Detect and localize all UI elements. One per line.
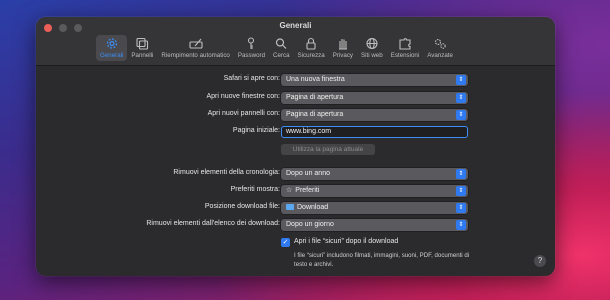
remove-downloads-popup[interactable]: Dopo un giorno ⇕: [281, 219, 468, 231]
search-icon: [276, 38, 287, 49]
tab-generali[interactable]: Generali: [96, 35, 128, 61]
tab-password[interactable]: Password: [234, 35, 269, 61]
chevron-updown-icon: ⇕: [456, 169, 466, 179]
setting-history: Rimuovi elementi della cronologia: Dopo …: [36, 168, 555, 181]
tab-cerca[interactable]: Cerca: [269, 35, 294, 61]
window-title: Generali: [279, 21, 312, 30]
tab-label: Privacy: [332, 52, 354, 59]
setting-label: Rimuovi elementi della cronologia:: [173, 169, 280, 176]
pencil-field-icon: [189, 38, 203, 49]
tab-label: Cerca: [273, 52, 290, 59]
popup-value: Dopo un giorno: [286, 221, 334, 228]
setting-safari-opens: Safari si apre con: Una nuova finestra ⇕: [36, 74, 555, 87]
safe-files-note: I file “sicuri” includono filmati, immag…: [294, 252, 470, 268]
popup-value: Download: [297, 204, 329, 211]
tab-label: Sicurezza: [297, 52, 325, 59]
tab-label: Avanzate: [427, 52, 453, 59]
chevron-updown-icon: ⇕: [456, 203, 466, 213]
folder-icon: [286, 204, 294, 210]
tab-label: Siti web: [361, 52, 383, 59]
setting-homepage: Pagina iniziale: www.bing.com: [36, 126, 555, 139]
chevron-updown-icon: ⇕: [456, 220, 466, 230]
download-location-popup[interactable]: Download ⇕: [281, 202, 468, 214]
globe-icon: [366, 37, 378, 50]
popup-value: Pagina di apertura: [286, 94, 344, 101]
favorites-popup[interactable]: ☆ Preferiti ⇕: [281, 185, 468, 197]
setting-download-location: Posizione download file: Download ⇕: [36, 202, 555, 215]
key-icon: [248, 37, 255, 49]
tab-label: Riempimento automatico: [161, 52, 230, 59]
gears-icon: [435, 38, 446, 49]
preferences-toolbar: Generali Pannelli Riempimento automatico…: [96, 35, 457, 61]
setting-label: Apri nuove finestre con:: [206, 93, 280, 100]
setting-label: Preferiti mostra:: [230, 186, 280, 193]
setting-label: Posizione download file:: [204, 203, 280, 210]
tab-siti-web[interactable]: Siti web: [357, 35, 387, 61]
popup-value: Una nuova finestra: [286, 76, 345, 83]
help-button[interactable]: ?: [534, 255, 546, 267]
homepage-input[interactable]: www.bing.com: [281, 126, 468, 138]
chevron-updown-icon: ⇕: [456, 186, 466, 196]
tab-label: Estensioni: [390, 52, 420, 59]
safari-opens-popup[interactable]: Una nuova finestra ⇕: [281, 74, 468, 86]
tab-estensioni[interactable]: Estensioni: [387, 35, 424, 61]
popup-value: Pagina di apertura: [286, 111, 344, 118]
setting-label: Pagina iniziale:: [232, 127, 280, 134]
gear-icon: [106, 38, 117, 49]
setting-label: Safari si apre con:: [223, 75, 280, 82]
setting-favorites: Preferiti mostra: ☆ Preferiti ⇕: [36, 185, 555, 198]
hand-icon: [338, 39, 347, 50]
popup-value: Preferiti: [295, 187, 320, 194]
new-tabs-popup[interactable]: Pagina di apertura ⇕: [281, 109, 468, 121]
tab-label: Generali: [100, 52, 124, 59]
safari-preferences-window: Generali Generali Pannelli Riempimento a…: [36, 17, 555, 276]
tabs-icon: [136, 37, 149, 50]
puzzle-icon: [399, 38, 411, 50]
tab-label: Password: [237, 52, 266, 59]
tab-privacy[interactable]: Privacy: [329, 35, 357, 61]
tab-sicurezza[interactable]: Sicurezza: [294, 35, 329, 61]
star-icon: ☆: [286, 187, 293, 194]
new-windows-popup[interactable]: Pagina di apertura ⇕: [281, 92, 468, 104]
history-popup[interactable]: Dopo un anno ⇕: [281, 168, 468, 180]
setting-new-windows: Apri nuove finestre con: Pagina di apert…: [36, 92, 555, 105]
safe-files-checkbox[interactable]: ✓: [281, 238, 290, 247]
titlebar: Generali Generali Pannelli Riempimento a…: [36, 17, 555, 66]
tab-avanzate[interactable]: Avanzate: [423, 35, 457, 61]
safe-files-label: Apri i file “sicuri” dopo il download: [294, 238, 399, 245]
setting-label: Rimuovi elementi dall'elenco dei downloa…: [146, 220, 280, 227]
popup-value: Dopo un anno: [286, 170, 330, 177]
tab-riempimento-automatico[interactable]: Riempimento automatico: [157, 35, 233, 61]
chevron-updown-icon: ⇕: [456, 75, 466, 85]
setting-remove-downloads: Rimuovi elementi dall'elenco dei downloa…: [36, 219, 555, 232]
use-current-page-button[interactable]: Utilizza la pagina attuale: [281, 144, 375, 155]
lock-icon: [306, 37, 316, 50]
chevron-updown-icon: ⇕: [456, 110, 466, 120]
tab-pannelli[interactable]: Pannelli: [127, 35, 157, 61]
chevron-updown-icon: ⇕: [456, 93, 466, 103]
setting-label: Apri nuovi pannelli con:: [207, 110, 280, 117]
tab-label: Pannelli: [131, 52, 154, 59]
setting-new-tabs: Apri nuovi pannelli con: Pagina di apert…: [36, 109, 555, 122]
